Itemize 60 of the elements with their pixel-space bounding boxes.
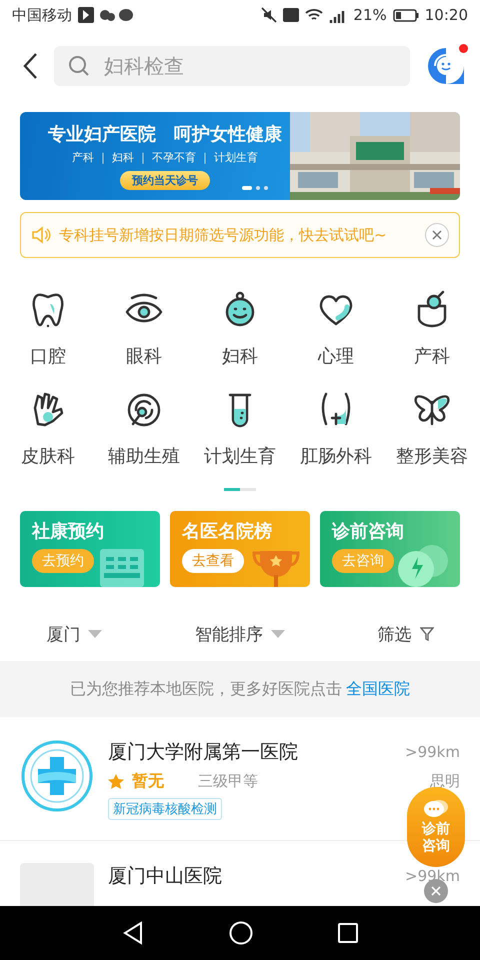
category-item[interactable]: 整形美容 [384,390,480,468]
carrier-name: 中国移动 [12,6,72,24]
card-title: 名医名院榜 [182,520,273,543]
circle-home-icon [228,921,253,945]
close-button[interactable] [425,223,449,247]
filter-dropdown[interactable]: 筛选 [378,622,434,646]
banner-subtitle: 产科 ｜ 妇科 ｜ 不孕不育 ｜ 计划生育 [72,150,258,165]
chat-icon [100,8,134,22]
filter-dropdown[interactable]: 智能排序 [194,622,285,646]
card-title: 社康预约 [32,520,105,543]
hospital-name[interactable]: 厦门中山医院 [108,863,222,889]
speaker-icon [31,226,51,244]
filter-icon [420,627,434,641]
hospital-name[interactable]: 厦门大学附属第一医院 [108,739,298,765]
recents-nav-button[interactable] [338,923,358,943]
caret-icon [88,630,102,638]
distance: >99km [405,867,460,885]
clock: 10:20 [424,6,468,24]
category-item[interactable]: 皮肤科 [0,390,96,468]
hospital-grade: 三级甲等 [198,772,258,791]
carousel-dot[interactable] [264,186,268,190]
distance: >99km [405,743,460,761]
notice-text: 专科挂号新增按日期筛选号源功能，快去试试吧~ [59,226,388,244]
customer-service-button[interactable] [426,46,466,86]
promo-banner[interactable]: 专业妇产医院 呵护女性健康 产科 ｜ 妇科 ｜ 不孕不育 ｜ 计划生育 预约当天诊号 [20,112,460,200]
battery-icon [392,8,419,22]
support-agent-icon [426,46,466,86]
category-item[interactable]: 辅助生殖 [96,390,192,468]
category-item[interactable]: 产科 [384,290,480,368]
banner-title: 专业妇产医院 呵护女性健康 [48,123,282,146]
search-field[interactable]: 妇科检查 [54,46,410,86]
caret-icon [270,630,285,638]
filter-dropdown[interactable]: 厦门 [46,622,102,646]
home-nav-button[interactable] [228,921,253,945]
carousel-dot[interactable] [256,186,260,190]
category-item[interactable]: 眼科 [96,290,192,368]
rating: 暂无 [132,771,164,792]
back-nav-button[interactable] [122,921,144,945]
close-icon [431,886,441,896]
category-item[interactable]: 心理 [288,290,384,368]
card-title: 诊前咨询 [332,520,405,543]
battery-percent: 21% [353,6,387,24]
square-recents-icon [338,923,358,943]
app-notification-icon [78,7,94,23]
triangle-back-icon [122,921,144,945]
star-icon [108,774,124,790]
category-item[interactable]: 计划生育 [192,390,288,468]
recommendation-text: 已为您推荐本地医院，更多好医院点击 [70,678,342,700]
category-item[interactable]: 肛肠外科 [288,390,384,468]
close-icon [432,230,442,240]
service-tag: 新冠病毒核酸检测 [108,798,222,820]
category-item[interactable]: 口腔 [0,290,96,368]
chat-bubbles-icon [423,799,449,820]
search-icon [68,55,90,77]
back-button[interactable] [22,52,38,80]
banner-button[interactable]: 预约当天诊号 [120,171,210,190]
category-item[interactable]: 妇科 [192,290,288,368]
back-icon [22,52,38,80]
wifi-icon [305,8,324,22]
mute-icon [261,7,278,23]
